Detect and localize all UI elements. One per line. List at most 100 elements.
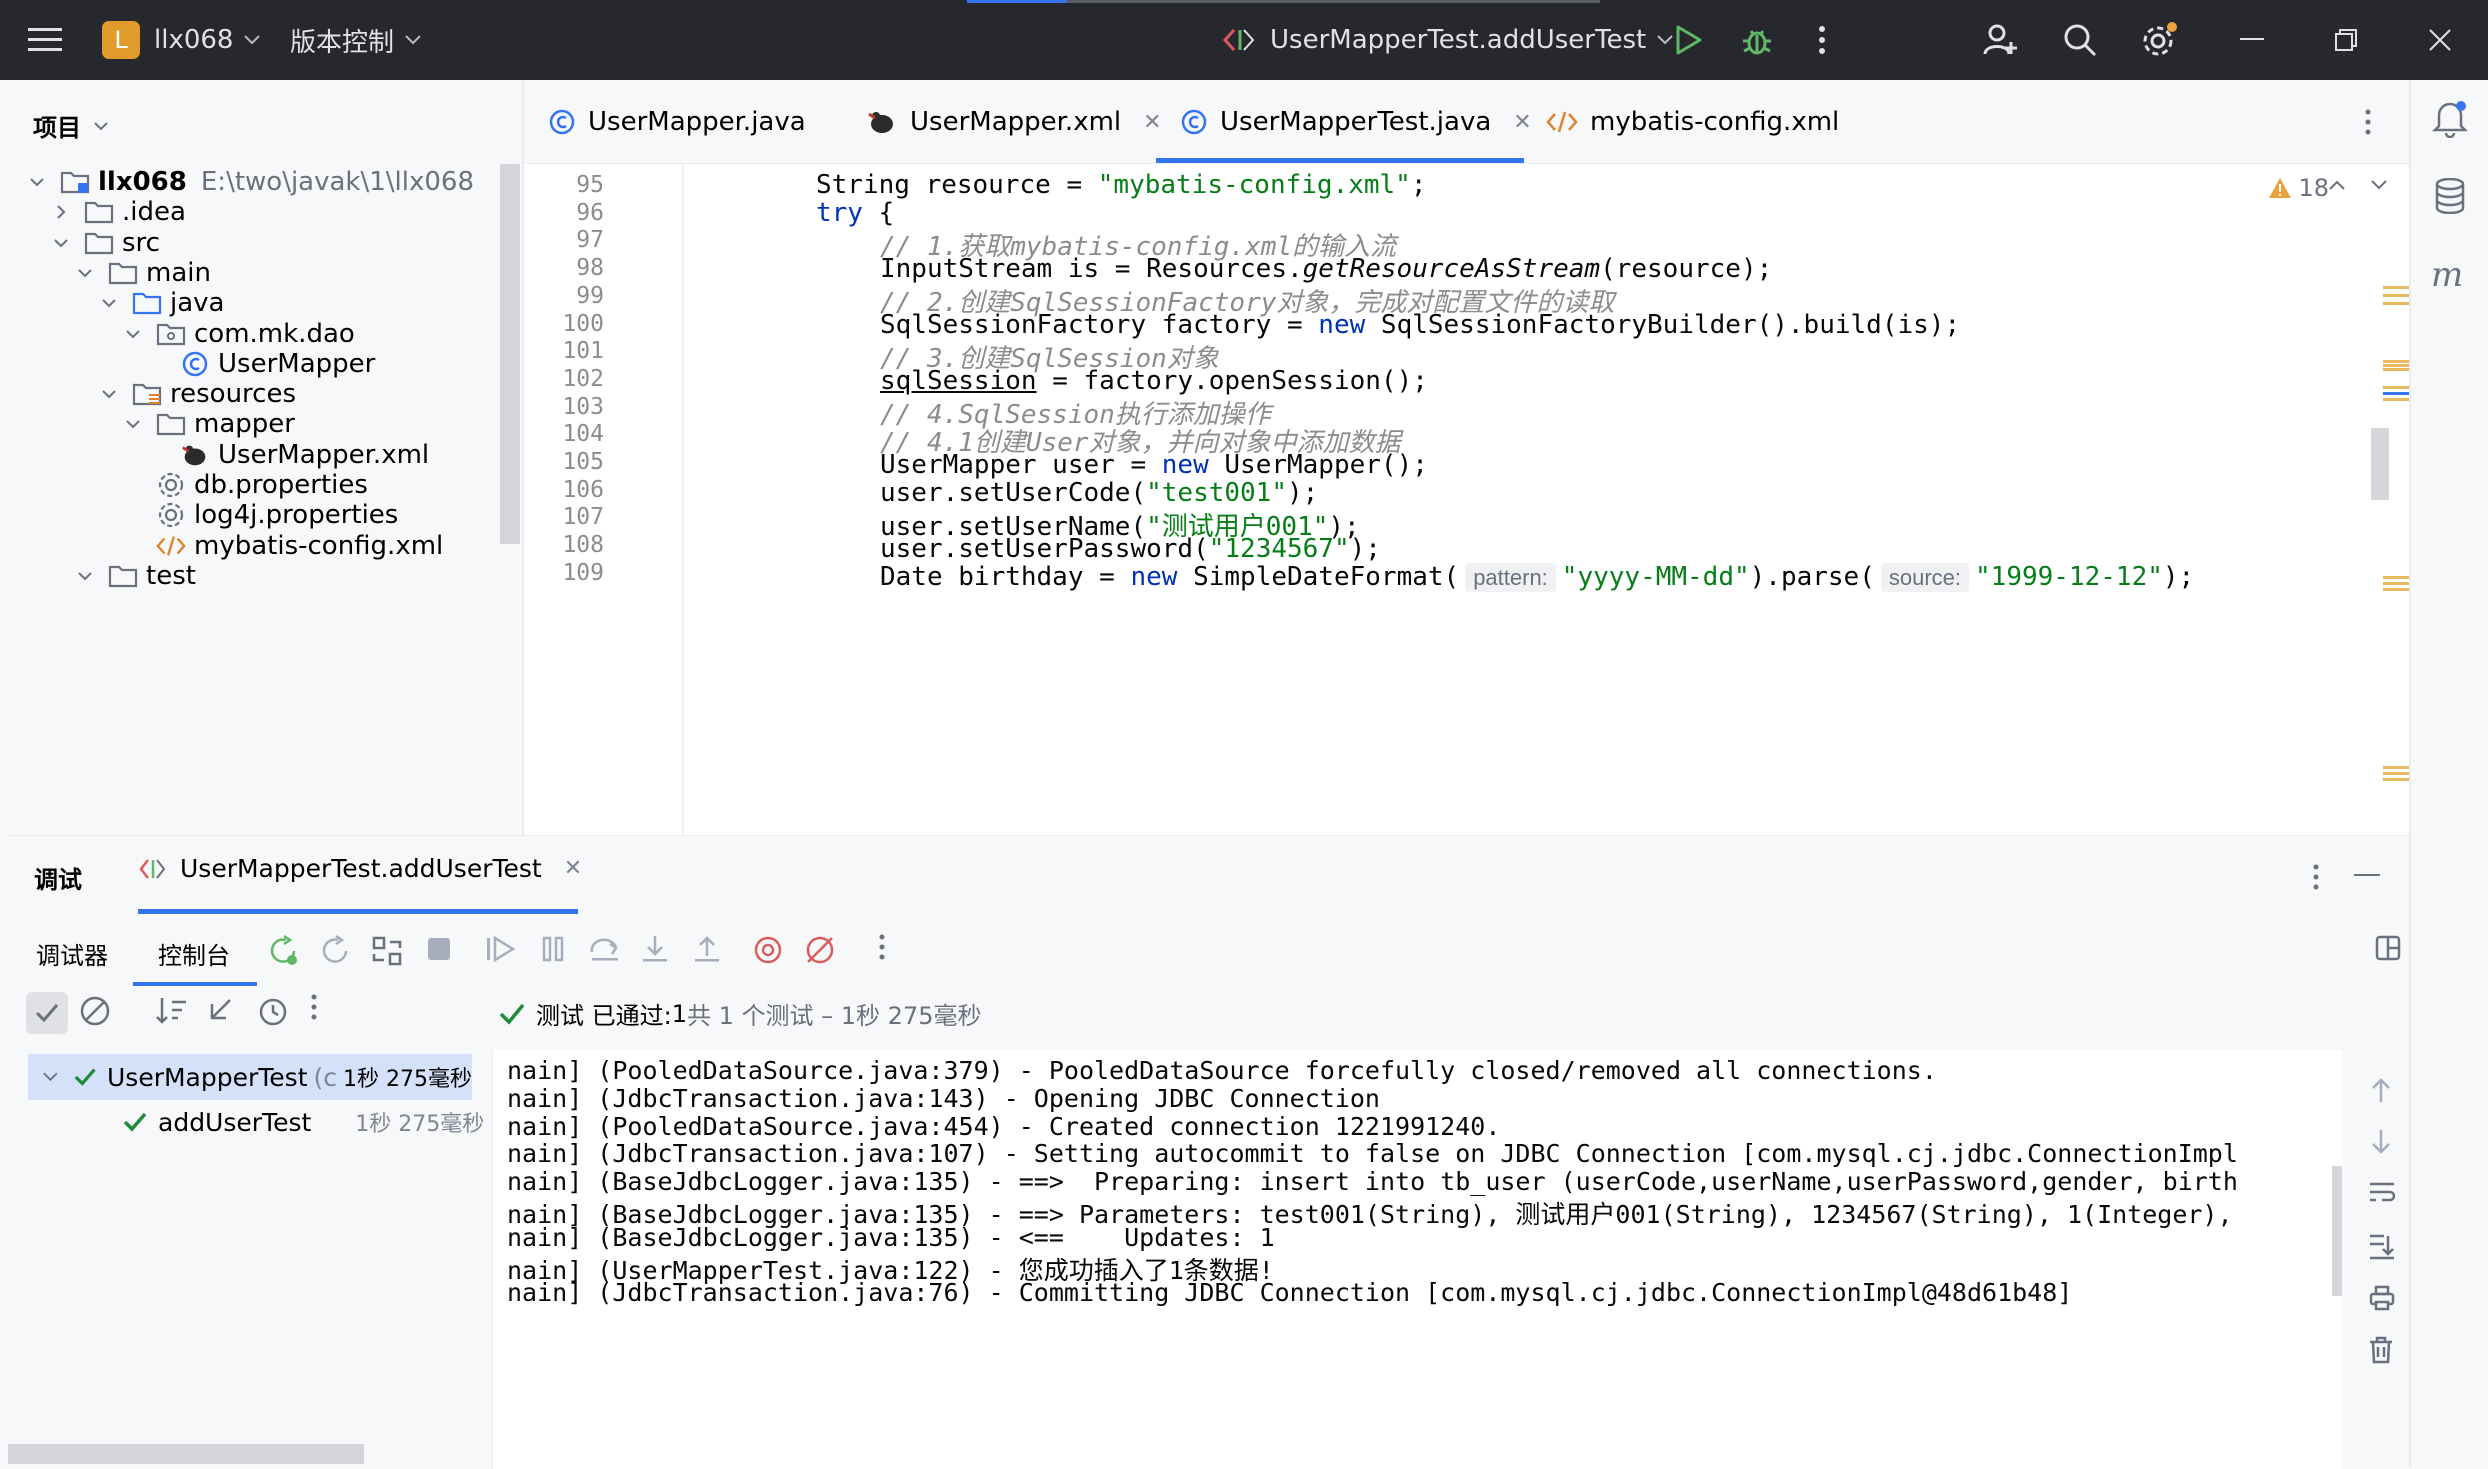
- warning-marker[interactable]: [2383, 766, 2409, 769]
- rerun-failed-icon[interactable]: [318, 934, 352, 968]
- stop-icon[interactable]: [424, 934, 454, 964]
- arrow-down-icon[interactable]: [2368, 1128, 2394, 1156]
- warning-marker[interactable]: [2383, 576, 2409, 579]
- layout-icon[interactable]: [2374, 934, 2402, 962]
- line-number: 100: [562, 310, 604, 337]
- chevron-up-icon[interactable]: [2327, 178, 2347, 192]
- chevron-down-icon[interactable]: [120, 411, 146, 437]
- close-tab-icon[interactable]: ✕: [1143, 110, 1161, 135]
- print-icon[interactable]: [2368, 1284, 2396, 1312]
- view-breakpoints-icon[interactable]: [752, 934, 784, 966]
- warning-marker[interactable]: [2383, 588, 2409, 591]
- warning-marker[interactable]: [2383, 772, 2409, 775]
- database-icon[interactable]: [2433, 178, 2467, 214]
- sort-icon[interactable]: [154, 994, 188, 1028]
- scroll-to-end-icon[interactable]: [2368, 1232, 2396, 1260]
- chevron-down-icon[interactable]: [24, 169, 50, 195]
- code-line-108: user.setUserPassword("1234567");: [880, 534, 1381, 564]
- more-vertical-icon: [2365, 109, 2371, 135]
- chevron-down-icon[interactable]: [120, 321, 146, 347]
- chevron-down-icon[interactable]: [2369, 178, 2389, 192]
- chevron-down-icon[interactable]: [72, 563, 98, 589]
- chevron-down-icon[interactable]: [72, 260, 98, 286]
- pause-icon[interactable]: [538, 934, 568, 964]
- tab-usermapper-java[interactable]: UserMapper.java: [548, 80, 806, 164]
- trash-icon[interactable]: [2368, 1336, 2394, 1364]
- resume-icon[interactable]: [484, 934, 518, 964]
- project-scrollbar[interactable]: [500, 164, 520, 544]
- warning-marker[interactable]: [2383, 286, 2409, 289]
- tab-usermappertest-java[interactable]: UserMapperTest.java ✕: [1180, 80, 1532, 164]
- warning-marker[interactable]: [2383, 302, 2409, 305]
- step-out-icon[interactable]: [692, 934, 722, 964]
- chevron-down-icon[interactable]: [96, 381, 122, 407]
- main-menu-button[interactable]: [28, 0, 62, 80]
- warning-marker[interactable]: [2383, 582, 2409, 585]
- warning-marker[interactable]: [2383, 294, 2409, 297]
- step-over-icon[interactable]: [588, 934, 622, 964]
- chevron-down-icon[interactable]: [42, 1071, 59, 1083]
- console-scrollbar[interactable]: [2332, 1166, 2342, 1296]
- vcs-menu[interactable]: 版本控制: [290, 0, 422, 80]
- minimize-button[interactable]: [2240, 0, 2264, 80]
- test-row-addusertest[interactable]: addUserTest 1秒 275毫秒: [122, 1100, 484, 1144]
- show-ignored-icon[interactable]: [78, 994, 112, 1028]
- step-into-icon[interactable]: [640, 934, 670, 964]
- more-vertical-icon[interactable]: [2312, 864, 2320, 890]
- chevron-down-icon[interactable]: [96, 290, 122, 316]
- close-tab-icon[interactable]: ✕: [564, 856, 582, 881]
- tab-usermapper-xml[interactable]: UserMapper.xml ✕: [866, 80, 1162, 164]
- line-number: 99: [576, 282, 604, 309]
- settings-button[interactable]: [2140, 0, 2178, 80]
- hide-panel-icon[interactable]: [2354, 874, 2380, 878]
- code-token: );: [2162, 562, 2195, 592]
- inspection-widget[interactable]: 18: [2268, 174, 2329, 202]
- warning-marker[interactable]: [2383, 398, 2409, 401]
- tab-mybatis-config-xml[interactable]: mybatis-config.xml: [1546, 80, 1839, 164]
- run-button[interactable]: [1674, 0, 1704, 80]
- warning-marker[interactable]: [2383, 360, 2409, 363]
- project-panel-header[interactable]: 项目: [33, 108, 109, 143]
- more-vertical-icon[interactable]: [878, 934, 886, 960]
- rerun-icon[interactable]: [266, 934, 300, 968]
- search-button[interactable]: [2062, 0, 2098, 80]
- more-actions-button[interactable]: [1818, 0, 1826, 80]
- tree-item-test[interactable]: test: [72, 552, 196, 600]
- run-config-selector[interactable]: UserMapperTest.addUserTest: [1222, 0, 1674, 80]
- soft-wrap-icon[interactable]: [2368, 1180, 2396, 1206]
- chevron-down-icon[interactable]: [48, 230, 74, 256]
- code-editor[interactable]: 95 96 97 98 99 100 101 102 103 104 105 106 107 108 109…: [524, 164, 2409, 835]
- test-row-usermappertest[interactable]: UserMapperTest (c 1秒 275毫秒: [28, 1054, 472, 1100]
- mute-breakpoints-icon[interactable]: [804, 934, 836, 966]
- history-icon[interactable]: [256, 994, 290, 1028]
- code-with-me-button[interactable]: [1982, 0, 2018, 80]
- info-marker[interactable]: [2383, 392, 2409, 395]
- line-number-gutter: 95 96 97 98 99 100 101 102 103 104 105 106 107 108 109: [524, 164, 684, 835]
- warning-marker[interactable]: [2383, 386, 2409, 389]
- restore-layout-icon[interactable]: [370, 934, 404, 968]
- warning-marker[interactable]: [2383, 778, 2409, 781]
- restore-button[interactable]: [2334, 0, 2358, 80]
- debug-session-tab[interactable]: UserMapperTest.addUserTest ✕: [138, 854, 582, 883]
- project-selector[interactable]: L llx068: [102, 0, 261, 80]
- close-tab-icon[interactable]: ✕: [1513, 110, 1531, 135]
- project-panel: 项目 llx068 E:\two\javak\1\llx068 .idea src ma…: [0, 80, 522, 835]
- more-vertical-icon[interactable]: [310, 994, 318, 1020]
- collapse-all-icon[interactable]: [204, 994, 236, 1026]
- tab-console[interactable]: 控制台: [158, 936, 230, 971]
- notifications-icon[interactable]: [2431, 98, 2469, 138]
- warning-marker[interactable]: [2383, 368, 2409, 371]
- close-window-button[interactable]: [2428, 0, 2452, 80]
- arrow-up-icon[interactable]: [2368, 1076, 2394, 1104]
- show-passed-toggle[interactable]: [26, 992, 68, 1034]
- maven-icon[interactable]: m: [2429, 258, 2469, 290]
- editor-scrollbar[interactable]: [2371, 428, 2389, 500]
- debug-button[interactable]: [1740, 0, 1774, 80]
- code-token: );: [1287, 478, 1319, 508]
- warning-marker[interactable]: [2383, 364, 2409, 367]
- tab-debugger[interactable]: 调试器: [36, 936, 108, 971]
- tab-options-button[interactable]: [2364, 80, 2372, 164]
- console-output[interactable]: nain] (PooledDataSource.java:379) - Pool…: [492, 1050, 2342, 1469]
- more-vertical-icon: [1819, 26, 1825, 54]
- results-scrollbar[interactable]: [8, 1444, 364, 1464]
